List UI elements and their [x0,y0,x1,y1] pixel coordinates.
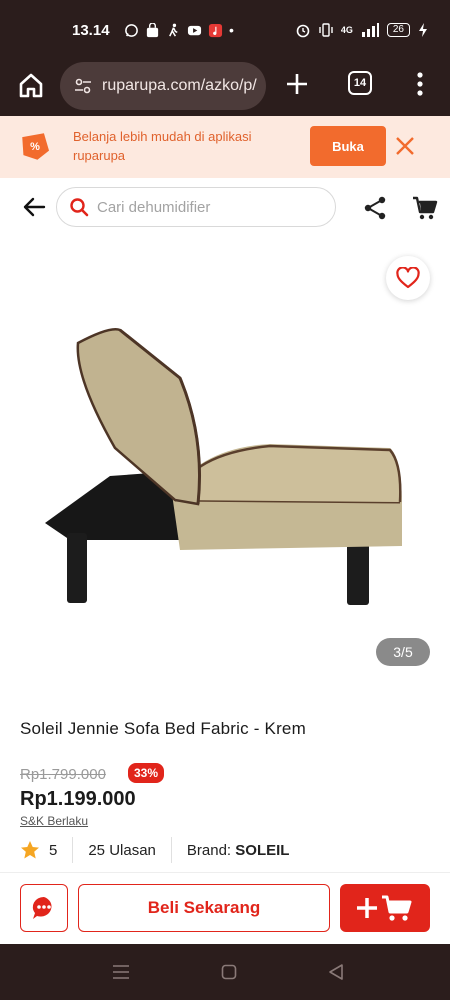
url-text: ruparupa.com/azko/p/ [102,77,257,94]
system-navigation-bar [0,944,450,1000]
current-price: Rp1.199.000 [20,788,136,810]
signal-icon [361,23,379,37]
brand-info[interactable]: Brand: SOLEIL [187,842,290,859]
shopping-bag-icon [146,22,159,37]
search-header [0,178,450,238]
chat-bubble-icon [32,896,52,919]
charging-icon [419,23,427,37]
add-to-cart-button[interactable] [340,884,430,932]
cart-icon[interactable] [412,195,438,221]
image-counter: 3/5 [376,638,430,666]
banner-message: Belanja lebih mudah di aplikasi ruparupa [73,129,252,163]
chat-button[interactable] [20,884,68,932]
product-title: Soleil Jennie Sofa Bed Fabric - Krem [20,719,306,738]
more-menu-icon[interactable] [410,69,430,99]
brand-label: Brand: [186,841,232,859]
close-icon[interactable] [392,133,418,159]
network-type: 4G [340,25,353,35]
walking-icon [169,23,178,37]
product-meta-row: 5 25 Ulasan Brand: SOLEIL [20,836,289,864]
search-icon [70,198,89,217]
share-icon[interactable] [362,195,388,221]
ruparupa-app-logo: % [22,133,50,160]
notification-icons: • [124,22,234,38]
bottom-action-bar: Beli Sekarang [0,872,450,944]
battery-indicator: 26 [386,23,410,37]
home-nav-icon[interactable] [221,964,237,980]
add-to-cart-icon [357,895,412,921]
back-nav-icon[interactable] [327,963,345,981]
browser-toolbar: ruparupa.com/azko/p/ 14 [0,58,450,116]
url-bar[interactable]: ruparupa.com/azko/p/ [60,62,266,110]
app-install-banner: % Belanja lebih mudah di aplikasi ruparu… [0,116,450,178]
brand-name: SOLEIL [235,841,290,859]
svg-text:%: % [30,141,40,153]
status-time: 13.14 [72,22,110,39]
sofa-bed-product-image [45,328,402,605]
product-image-gallery[interactable]: 3/5 [0,238,450,688]
heart-icon [396,267,420,289]
divider [72,837,74,863]
search-box[interactable] [56,187,336,227]
vibrate-icon [319,23,333,37]
tab-switcher-button[interactable]: 14 [348,71,372,95]
rating-value: 5 [49,841,58,859]
original-price: Rp1.799.000 [20,766,106,783]
site-settings-icon[interactable] [74,77,92,95]
new-tab-icon[interactable] [282,69,312,99]
home-icon[interactable] [16,70,46,100]
back-arrow-icon[interactable] [20,193,48,221]
youtube-icon [187,25,202,35]
music-app-icon [208,23,223,37]
review-count-link[interactable]: 25 Ulasan [88,842,156,859]
recent-apps-icon[interactable] [112,964,130,980]
more-notifications-dot: • [229,22,234,38]
buy-now-button[interactable]: Beli Sekarang [78,884,330,932]
terms-link[interactable]: S&K Berlaku [20,814,88,828]
whatsapp-icon [125,23,138,37]
wishlist-button[interactable] [386,256,430,300]
star-icon [21,841,39,859]
discount-badge: 33% [128,763,165,783]
system-icons: 4G 26 [295,22,428,38]
search-input[interactable] [97,198,317,216]
divider [170,837,172,863]
alarm-icon [296,24,310,38]
status-bar: 13.14 • 4G 26 [0,0,450,58]
open-app-button[interactable]: Buka [310,126,386,166]
